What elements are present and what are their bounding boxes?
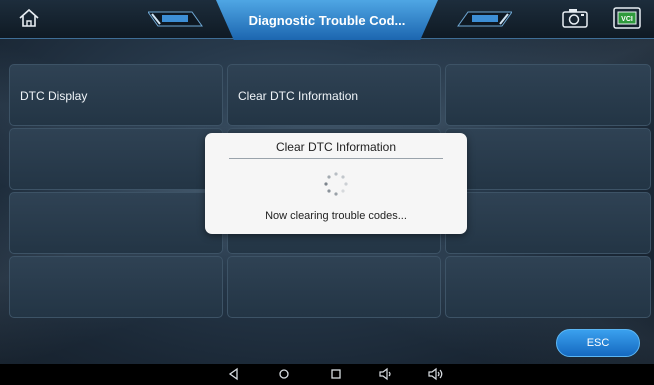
menu-item-clear-dtc[interactable]: Clear DTC Information xyxy=(227,64,441,126)
recents-icon[interactable] xyxy=(328,367,344,381)
menu-item-dtc-display[interactable]: DTC Display xyxy=(9,64,223,126)
progress-dialog: Clear DTC Information Now clearing troub… xyxy=(205,133,467,234)
dialog-title: Clear DTC Information xyxy=(275,140,397,154)
back-icon[interactable] xyxy=(226,367,242,381)
header-decoration-left xyxy=(148,11,203,27)
camera-icon xyxy=(562,9,588,28)
home-button[interactable] xyxy=(14,4,44,32)
menu-item-empty xyxy=(9,128,223,190)
menu-item-label: DTC Display xyxy=(20,89,88,103)
screenshot-button[interactable] xyxy=(560,5,590,31)
title-tab: Diagnostic Trouble Cod... xyxy=(216,0,438,40)
menu-item-empty xyxy=(445,64,651,126)
top-bar: Diagnostic Trouble Cod... VCI xyxy=(0,0,654,40)
menu-item-empty xyxy=(9,192,223,254)
menu-item-empty xyxy=(227,256,441,318)
home-icon xyxy=(19,8,39,27)
system-nav-bar xyxy=(0,364,654,385)
vci-button[interactable]: VCI xyxy=(612,6,642,30)
esc-button[interactable]: ESC xyxy=(556,329,640,357)
volume-up-icon[interactable] xyxy=(428,367,444,381)
menu-item-label: Clear DTC Information xyxy=(238,89,359,103)
menu-item-empty xyxy=(445,192,651,254)
menu-item-empty xyxy=(445,256,651,318)
loading-spinner-icon xyxy=(324,172,348,196)
vci-icon: VCI xyxy=(613,7,641,29)
menu-item-empty xyxy=(9,256,223,318)
dialog-message: Now clearing trouble codes... xyxy=(265,210,407,222)
header-decoration-right xyxy=(457,11,512,27)
menu-item-empty xyxy=(445,128,651,190)
page-title: Diagnostic Trouble Cod... xyxy=(248,12,406,28)
svg-text:VCI: VCI xyxy=(621,16,633,23)
dialog-divider xyxy=(229,158,443,159)
home-circle-icon[interactable] xyxy=(276,367,292,381)
volume-down-icon[interactable] xyxy=(378,367,394,381)
